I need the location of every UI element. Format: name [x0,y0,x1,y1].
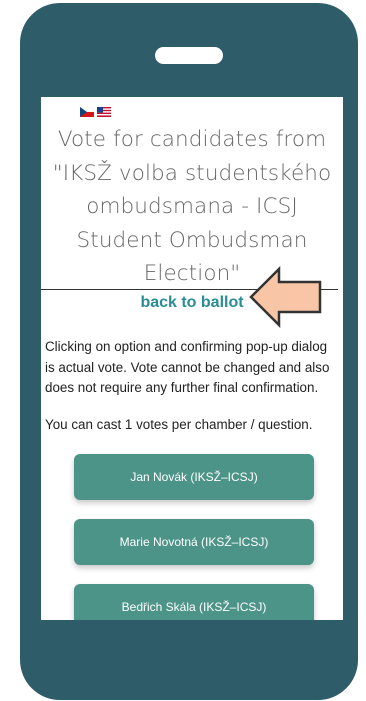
candidate-button-jan-novak[interactable]: Jan Novák (IKSŽ–ICSJ) [74,454,314,500]
phone-frame: Vote for candidates from "IKSŽ volba stu… [20,3,358,700]
us-flag-icon[interactable] [97,107,111,117]
title-line: Student Ombudsman [76,227,308,253]
left-arrow-callout-icon [249,266,322,328]
title-line: Vote for candidates from [57,127,327,152]
candidate-button-marie-novotna[interactable]: Marie Novotná (IKSŽ–ICSJ) [74,519,314,565]
language-switcher [80,107,111,117]
title-line: "IKSŽ volba studentského [52,160,332,186]
instruction-line: does not require any further final confi… [45,380,319,395]
voting-instructions: Clicking on option and confirming pop-up… [45,337,343,399]
phone-speaker [155,47,223,64]
title-line: ombudsmana - ICSJ [86,194,298,219]
vote-limit-text: You can cast 1 votes per chamber / quest… [45,417,313,432]
candidate-button-bedrich-skala[interactable]: Bedřich Skála (IKSŽ–ICSJ) [74,584,314,620]
instruction-line: Clicking on option and confirming pop-up… [45,339,328,354]
czech-flag-icon[interactable] [80,107,94,117]
instruction-line: is actual vote. Vote cannot be changed a… [45,359,330,375]
phone-screen: Vote for candidates from "IKSŽ volba stu… [41,97,343,620]
